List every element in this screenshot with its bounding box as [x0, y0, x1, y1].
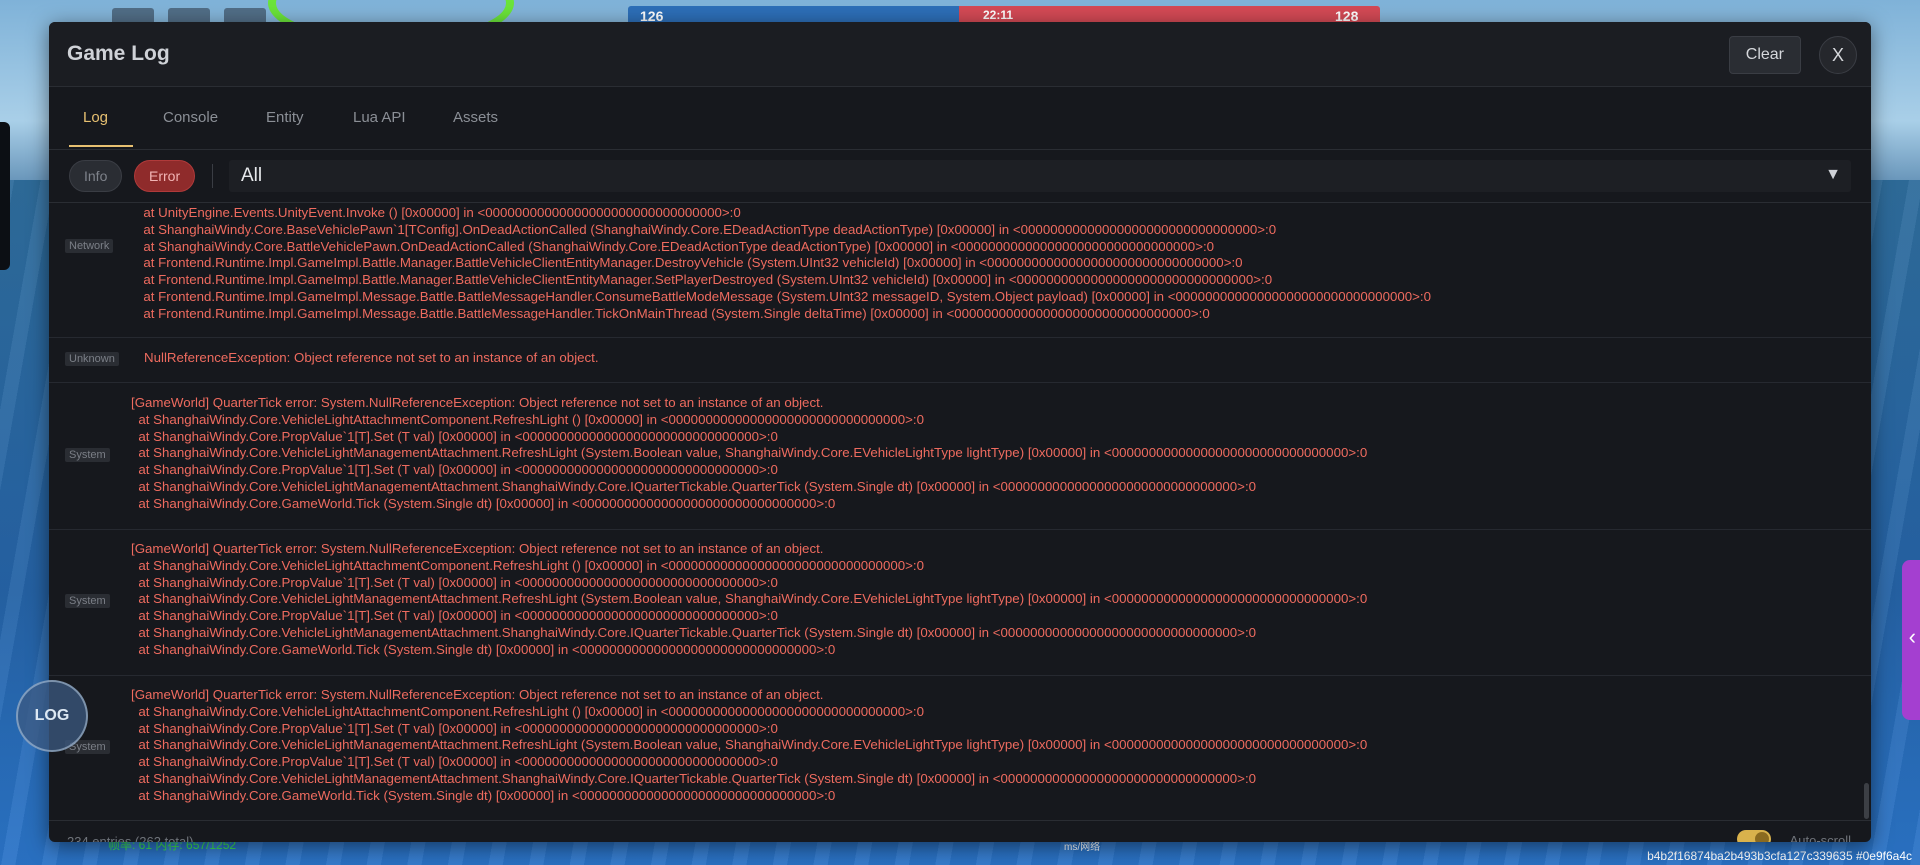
toggle-knob [1755, 832, 1769, 842]
entry-count: 234 entries (262 total) [67, 834, 194, 842]
clear-button[interactable]: Clear [1728, 36, 1801, 74]
log-entry: Unknown NullReferenceException: Object r… [49, 337, 1871, 383]
log-entry: System [GameWorld] QuarterTick error: Sy… [49, 676, 1871, 820]
log-message: [GameWorld] QuarterTick error: System.Nu… [131, 687, 1368, 803]
left-side-tab[interactable] [0, 122, 10, 270]
filter-bar: Info Error All ▼ [49, 150, 1871, 203]
game-log-panel: Game Log Clear X Log Console Entity Lua … [49, 22, 1871, 842]
autoscroll-toggle[interactable] [1737, 830, 1771, 842]
panel-footer: 234 entries (262 total) Auto-scroll [49, 820, 1871, 842]
category-select[interactable]: All ▼ [229, 160, 1851, 192]
close-button[interactable]: X [1819, 36, 1857, 74]
tab-console[interactable]: Console [163, 109, 218, 126]
error-filter-chip[interactable]: Error [134, 160, 196, 192]
log-entry: Network at UnityEngine.Events.UnityEvent… [49, 203, 1871, 338]
tab-entity[interactable]: Entity [266, 109, 304, 126]
tab-log[interactable]: Log [83, 109, 108, 126]
autoscroll-label: Auto-scroll [1789, 833, 1851, 842]
tab-lua-api[interactable]: Lua API [353, 109, 406, 126]
category-select-value: All [241, 165, 263, 186]
log-message: [GameWorld] QuarterTick error: System.Nu… [131, 541, 1368, 657]
log-tag: System [65, 594, 110, 608]
log-tag: System [65, 448, 110, 462]
build-id: b4b2f16874ba2b493b3cfa127c339635 #0e9f6a… [1647, 849, 1912, 863]
log-message: NullReferenceException: Object reference… [144, 350, 599, 365]
chevron-left-icon[interactable]: ‹ [1909, 624, 1916, 650]
tab-assets[interactable]: Assets [453, 109, 498, 126]
chevron-down-icon: ▼ [1825, 166, 1841, 183]
log-entry: System [GameWorld] QuarterTick error: Sy… [49, 530, 1871, 676]
info-filter-chip[interactable]: Info [69, 160, 123, 192]
panel-header: Game Log Clear X [49, 22, 1871, 87]
log-message: [GameWorld] QuarterTick error: System.Nu… [131, 395, 1368, 511]
log-toggle-button[interactable]: LOG [16, 680, 88, 752]
active-tab-indicator [69, 145, 133, 147]
tab-bar: Log Console Entity Lua API Assets [49, 87, 1871, 150]
filter-divider [212, 164, 213, 188]
scrollbar-thumb[interactable] [1864, 783, 1869, 819]
log-entry: System [GameWorld] QuarterTick error: Sy… [49, 383, 1871, 530]
panel-title: Game Log [67, 42, 170, 65]
log-list[interactable]: Network at UnityEngine.Events.UnityEvent… [49, 203, 1871, 820]
match-clock: 22:11 [983, 8, 1014, 22]
log-tag: Unknown [65, 352, 119, 366]
log-message: at UnityEngine.Events.UnityEvent.Invoke … [143, 205, 1431, 321]
log-tag: Network [65, 239, 114, 253]
